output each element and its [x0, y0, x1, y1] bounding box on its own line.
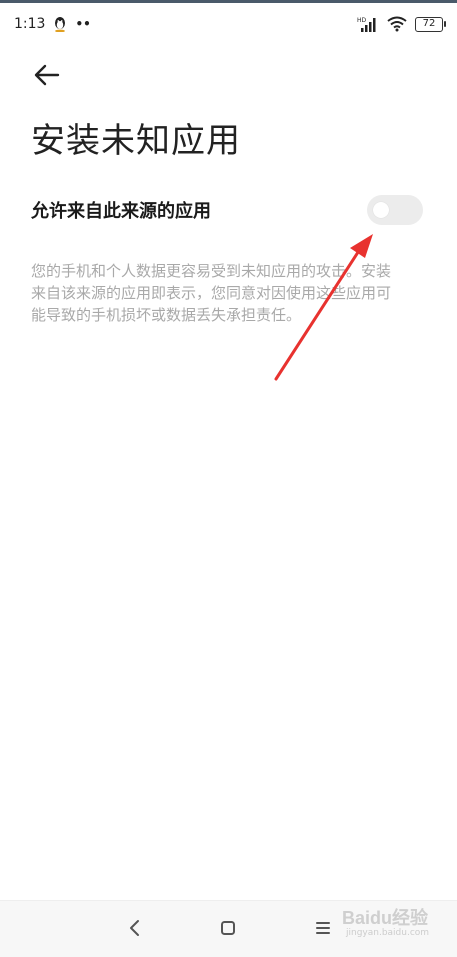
page-title: 安装未知应用 [31, 121, 241, 161]
network-type-label: HD [357, 17, 367, 24]
status-left: 1:13 •• [14, 16, 91, 32]
wifi-icon [387, 16, 407, 32]
notification-dots: •• [75, 17, 91, 31]
battery-icon: 72 [415, 16, 446, 32]
status-bar: 1:13 •• HD 72 [0, 3, 457, 45]
arrow-left-icon [34, 64, 60, 86]
battery-level: 72 [422, 18, 436, 29]
toggle-knob [373, 202, 389, 218]
warning-description: 您的手机和个人数据更容易受到未知应用的攻击。安装来自该来源的应用即表示，您同意对… [31, 262, 392, 324]
allow-source-setting-row[interactable]: 允许来自此来源的应用 [31, 186, 425, 234]
chevron-left-icon [130, 920, 139, 936]
nav-home-button[interactable] [213, 913, 243, 943]
nav-back-button[interactable] [120, 913, 150, 943]
qq-penguin-icon [55, 17, 66, 32]
menu-icon [316, 922, 330, 934]
watermark-brand: Baidu经验 [342, 908, 429, 928]
square-icon [221, 921, 235, 935]
watermark-url: jingyan.baidu.com [346, 928, 430, 938]
back-button[interactable] [30, 60, 64, 90]
status-time: 1:13 [14, 16, 46, 32]
baidu-jingyan-watermark: Baidu经验 jingyan.baidu.com [338, 898, 438, 946]
allow-source-toggle[interactable] [367, 195, 423, 225]
cellular-signal-icon: HD [357, 17, 376, 32]
annotation-arrow-head [350, 234, 373, 258]
status-right: HD 72 [357, 16, 446, 32]
nav-menu-button[interactable] [308, 913, 338, 943]
setting-label: 允许来自此来源的应用 [31, 201, 211, 222]
